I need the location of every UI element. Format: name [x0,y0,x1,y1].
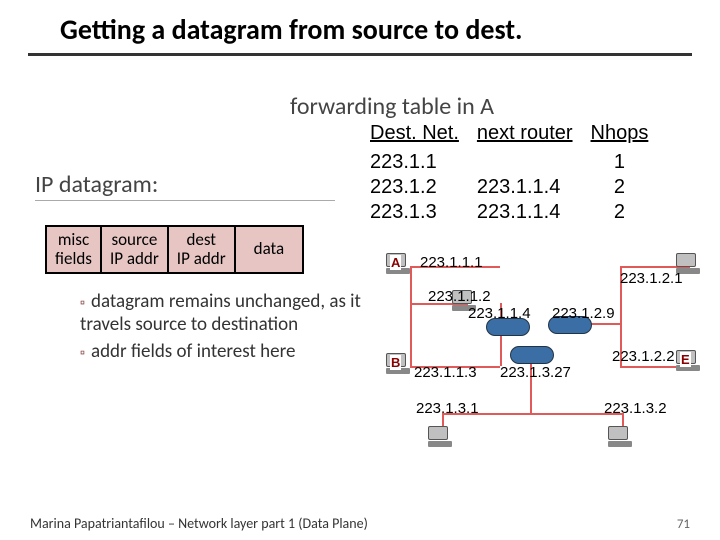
col-dest: Dest. Net. [362,122,467,149]
dgram-dst: destIP addr [169,227,236,272]
cell: 2 [583,176,657,199]
footer-text: Marina Papatriantafilou – Network layer … [30,515,368,532]
page-title: Getting a datagram from source to dest. [0,0,720,53]
col-next: next router [469,122,581,149]
bullet-list: datagram remains unchanged, as it travel… [80,290,370,367]
ip-label: 223.1.1.1 [420,254,483,271]
ip-datagram-label: IP datagram: [35,170,158,199]
ip-label: 223.1.3.2 [604,400,667,417]
host-b-icon: B [386,353,412,375]
ip-label: 223.1.1.4 [468,305,531,322]
cell: 223.1.1.4 [469,176,581,199]
ip-label: 223.1.1.3 [414,364,477,381]
ip-label: 223.1.2.1 [620,270,683,287]
subtitle: forwarding table in A [290,92,494,121]
forwarding-table: Dest. Net. next router Nhops 223.1.1 1 2… [360,120,658,226]
cell: 2 [583,201,657,224]
cell: 223.1.2 [362,176,467,199]
ip-label: 223.1.1.2 [428,288,491,305]
host-e-icon: E [676,350,702,372]
network-diagram: A B E 223.1.1.1 223.1.1.2 223.1.1.3 223.… [380,248,700,468]
bullet-item: addr fields of interest here [80,340,370,363]
cell: 223.1.3 [362,201,467,224]
dgram-misc: miscfields [47,227,102,272]
datagram-fields: miscfields sourceIP addr destIP addr dat… [45,225,304,274]
cell: 1 [583,151,657,174]
col-hops: Nhops [583,122,657,149]
divider [35,200,335,201]
ip-label: 223.1.3.1 [416,400,479,417]
cell: 223.1.1.4 [469,201,581,224]
router-icon [510,346,554,364]
ip-label: 223.1.2.9 [552,305,615,322]
cell [469,151,581,174]
ip-label: 223.1.3.27 [500,364,571,381]
dgram-src: sourceIP addr [102,227,169,272]
bullet-item: datagram remains unchanged, as it travel… [80,290,370,336]
host-icon [608,426,634,448]
dgram-data: data [236,227,303,272]
page-number: 71 [677,517,690,532]
host-icon [428,426,454,448]
host-a-icon: A [386,253,412,275]
title-underline [28,53,692,56]
ip-label: 223.1.2.2 [612,348,675,365]
cell: 223.1.1 [362,151,467,174]
